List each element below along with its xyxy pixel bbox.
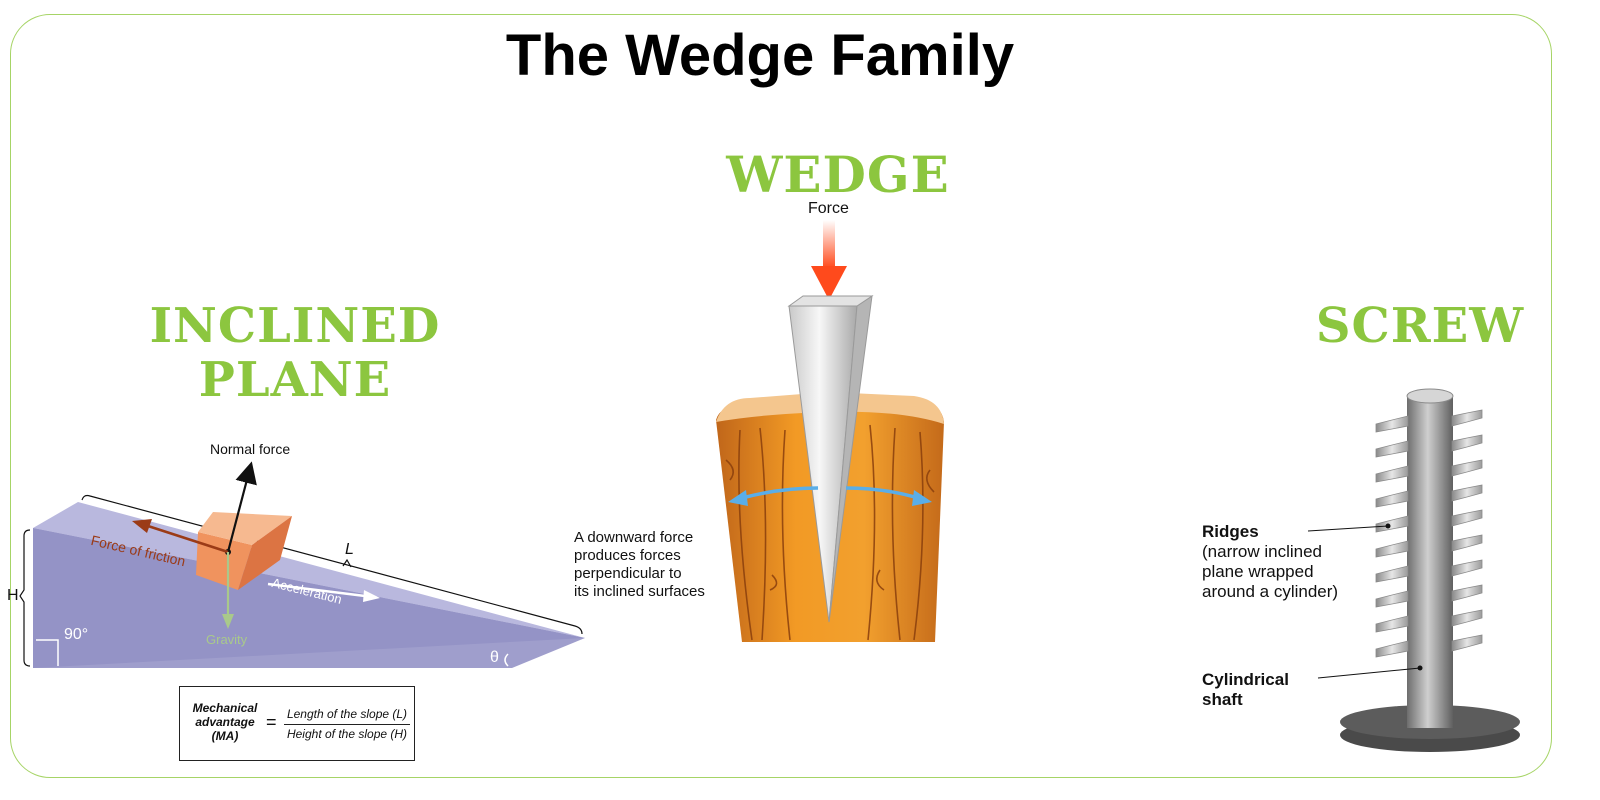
screw-ridge-left [1375, 540, 1409, 558]
gravity-label: Gravity [206, 632, 248, 647]
ridges-title: Ridges [1202, 522, 1259, 541]
shaft-label: Cylindrical shaft [1202, 670, 1289, 710]
screw-ridge-left [1375, 490, 1409, 508]
screw-ridge-left [1375, 465, 1409, 483]
wedge-description-line4: its inclined surfaces [574, 583, 705, 600]
shaft-pointer-dot [1417, 665, 1423, 671]
screw-ridge-right [1451, 459, 1483, 477]
screw-ridge-left [1375, 615, 1409, 633]
length-bracket-tick [342, 558, 352, 568]
screw-ridge-right [1451, 409, 1483, 427]
ma-label-line1: Mechanical [192, 701, 258, 715]
screw-ridge-right [1451, 559, 1483, 577]
wedge-description-line2: produces forces [574, 547, 681, 564]
normal-force-label: Normal force [210, 441, 291, 457]
length-label: L [345, 541, 354, 558]
ma-denominator: Height of the slope (H) [286, 727, 408, 741]
screw-ridge-left [1375, 640, 1409, 658]
screw-ridge-right [1451, 484, 1483, 502]
wedge-blade-top [787, 295, 874, 307]
ma-label-line3: (MA) [211, 728, 239, 743]
screw-ridge-left [1375, 565, 1409, 583]
wedge-description: A downward force produces forces perpend… [574, 529, 705, 601]
screw-ridge-right [1451, 509, 1483, 527]
shaft-line1: Cylindrical [1202, 670, 1289, 689]
force-label: Force [808, 200, 849, 217]
wedge-description-line3: perpendicular to [574, 565, 682, 582]
ridges-line1: (narrow inclined [1202, 542, 1322, 561]
inclined-plane-drawing [19, 461, 585, 668]
screw-ridge-right [1451, 609, 1483, 627]
ridges-line2: plane wrapped [1202, 562, 1314, 581]
screw-ridge-left [1375, 415, 1409, 433]
screw-shaft-top [1406, 388, 1454, 404]
ma-label: Mechanical advantage (MA) [186, 701, 264, 743]
screw-shaft [1407, 396, 1453, 728]
wedge-drawing [716, 220, 944, 642]
right-angle-label: 90° [64, 626, 89, 643]
screw-ridge-left [1375, 440, 1409, 458]
screw-ridge-left [1375, 590, 1409, 608]
screw-ridge-right [1451, 584, 1483, 602]
wedge-description-line1: A downward force [574, 529, 694, 546]
ridges-label: Ridges (narrow inclined plane wrapped ar… [1202, 522, 1338, 602]
screw-ridge-left [1375, 515, 1409, 533]
shaft-line2: shaft [1202, 690, 1243, 709]
ridges-line3: around a cylinder) [1202, 582, 1339, 601]
mechanical-advantage-formula: Mechanical advantage (MA) = Length of th… [179, 686, 415, 761]
screw-ridge-right [1451, 634, 1483, 652]
screw-ridge-right [1451, 434, 1483, 452]
force-arrow-shaft [823, 220, 835, 268]
theta-label: θ [490, 649, 499, 666]
ma-equals: = [266, 712, 277, 732]
shaft-pointer [1317, 667, 1421, 679]
diagram-canvas [19, 220, 1520, 752]
height-label: H [7, 587, 19, 604]
screw-drawing [1307, 388, 1520, 752]
ma-fraction-bar [284, 724, 410, 725]
force-arrow-head [811, 266, 847, 300]
ridges-pointer-dot [1385, 523, 1391, 529]
ma-label-line2: advantage [195, 714, 255, 729]
screw-ridge-right [1451, 534, 1483, 552]
ma-numerator: Length of the slope (L) [286, 707, 408, 721]
height-bracket [19, 529, 31, 667]
